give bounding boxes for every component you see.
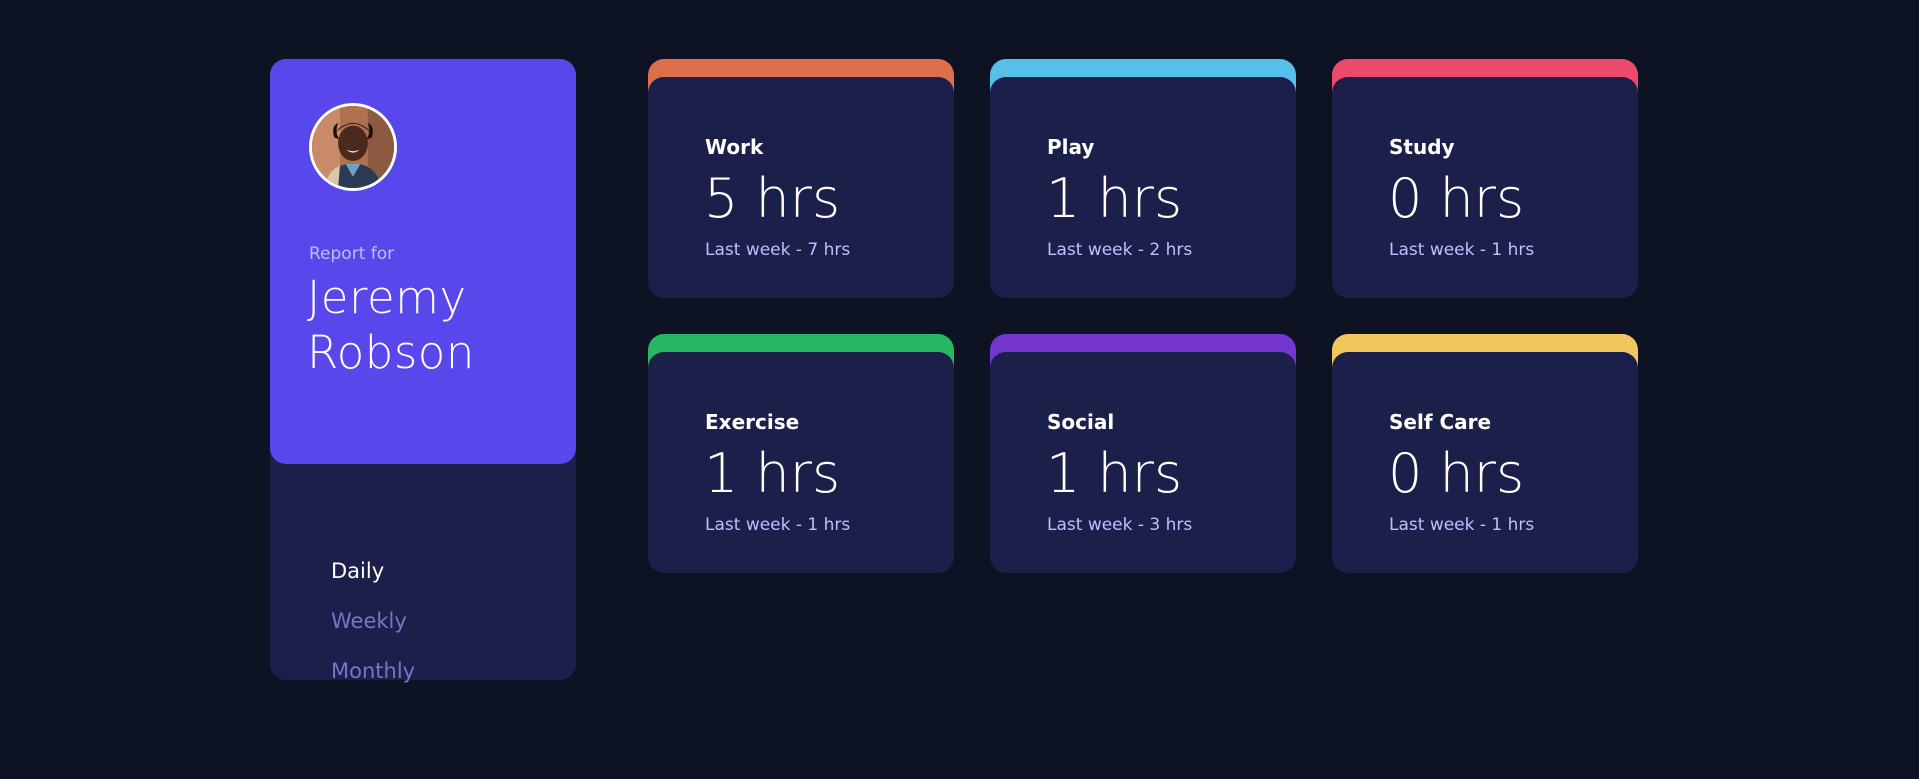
profile-card: Report for Jeremy Robson Daily Weekly Mo… [270,59,576,683]
avatar [309,103,397,191]
period-monthly[interactable]: Monthly [331,659,415,683]
social-title: Social [1047,410,1115,434]
exercise-title: Exercise [705,410,800,434]
exercise-current: 1 hrs [704,442,841,505]
self-care-previous: Last week - 1 hrs [1389,515,1535,535]
study-current: 0 hrs [1388,167,1525,230]
self-care-current: 0 hrs [1388,442,1525,505]
work-current: 5 hrs [704,167,841,230]
work-previous: Last week - 7 hrs [705,240,851,260]
social-previous: Last week - 3 hrs [1047,515,1193,535]
user-name: Jeremy Robson [307,271,475,379]
study-title: Study [1389,135,1455,159]
play-previous: Last week - 2 hrs [1047,240,1193,260]
avatar-image [312,106,394,188]
exercise-previous: Last week - 1 hrs [705,515,851,535]
report-for-label: Report for [309,244,395,264]
self-care-title: Self Care [1389,410,1492,434]
play-title: Play [1047,135,1095,159]
period-selector: Daily Weekly Monthly [331,559,415,683]
profile-header: Report for Jeremy Robson [270,59,576,464]
work-title: Work [705,135,764,159]
social-current: 1 hrs [1046,442,1183,505]
study-previous: Last week - 1 hrs [1389,240,1535,260]
play-current: 1 hrs [1046,167,1183,230]
period-weekly[interactable]: Weekly [331,609,415,633]
period-daily[interactable]: Daily [331,559,415,583]
